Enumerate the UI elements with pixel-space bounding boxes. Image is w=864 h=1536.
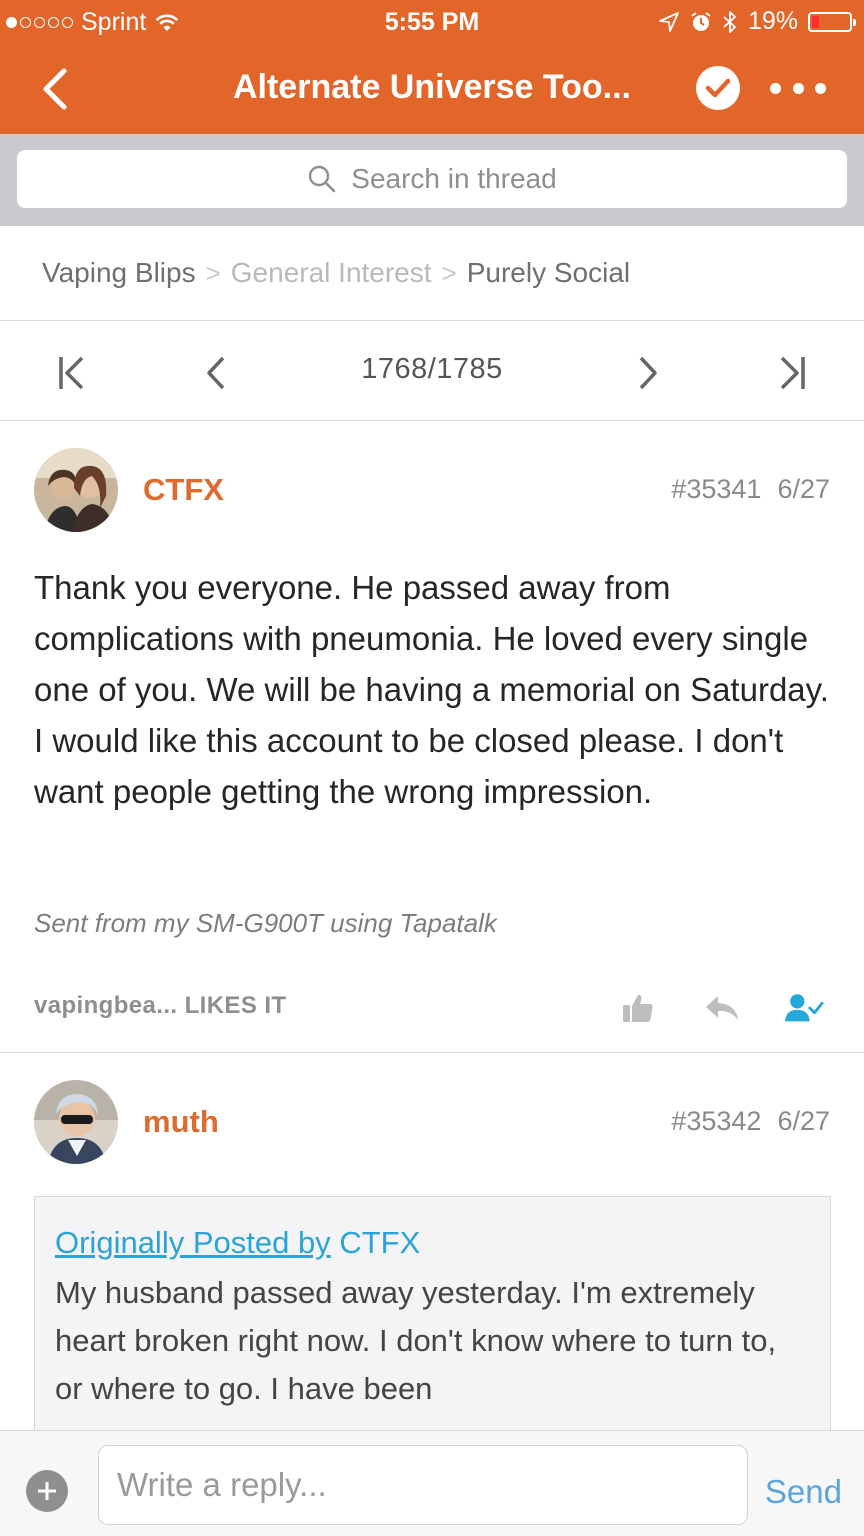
post-meta: #35342 6/27 [671,1106,830,1137]
post-header: CTFX #35341 6/27 [0,448,864,538]
back-button[interactable] [30,62,80,116]
plus-icon [38,1482,56,1500]
check-circle-icon [705,78,731,98]
thread-title: Alternate Universe Too... [232,68,632,106]
post-date: 6/27 [777,474,830,504]
nav-bar: Alternate Universe Too... [0,44,864,134]
bluetooth-icon [723,10,736,33]
battery-percent: 19% [747,7,798,35]
last-page-button[interactable] [770,351,814,395]
breadcrumb-separator-icon: > [441,257,457,288]
post-signature: Sent from my SM-G900T using Tapatalk [34,908,497,938]
post-date: 6/27 [777,1106,830,1136]
post-author[interactable]: CTFX [143,472,224,508]
reply-composer: Send [0,1430,864,1536]
breadcrumb-separator-icon: > [205,257,221,288]
status-right: 19% [658,7,856,36]
alarm-icon [691,11,711,31]
next-page-button[interactable] [626,351,670,395]
page-counter: 1768/1785 [361,353,503,385]
search-icon [309,165,336,193]
pager: 1768/1785 [0,321,864,421]
quote-source-link[interactable]: Originally Posted by [55,1225,331,1260]
reply-button[interactable] [702,988,742,1028]
avatar[interactable] [34,1080,118,1164]
subscribe-button[interactable] [696,66,740,110]
post-number: #35342 [671,1106,762,1136]
avatar[interactable] [34,448,118,532]
chevron-right-icon [639,356,657,390]
search-input[interactable]: Search in thread [17,150,847,208]
like-button[interactable] [618,988,658,1028]
location-arrow-icon [659,11,679,32]
reply-input[interactable] [98,1445,748,1525]
search-placeholder: Search in thread [351,163,557,194]
likes-summary[interactable]: vapingbea... LIKES IT [34,992,286,1020]
thumbs-up-icon [623,994,653,1022]
quote-text: My husband passed away yesterday. I'm ex… [55,1275,777,1406]
quote-author[interactable]: CTFX [339,1225,420,1260]
more-dot [770,82,781,94]
more-dot [792,82,804,94]
quote-block: Originally Posted by CTFX My husband pas… [34,1196,831,1456]
breadcrumb-item-general-interest[interactable]: General Interest [231,257,432,289]
more-button[interactable] [770,74,826,102]
battery-icon [808,11,856,32]
more-dot [815,82,826,94]
user-check-icon [784,994,824,1022]
post-body: Thank you everyone. He passed away from … [34,569,829,810]
breadcrumb-item-vaping-blips[interactable]: Vaping Blips [42,257,196,289]
post-header: muth #35342 6/27 [0,1080,864,1170]
chevron-left-icon [43,68,67,110]
last-page-icon [780,356,805,390]
follow-user-button[interactable] [784,988,824,1028]
post-meta: #35341 6/27 [671,474,830,505]
avatar-photo [34,448,118,532]
status-bar: Sprint 5:55 PM 19% [0,0,864,44]
send-button[interactable]: Send [765,1473,842,1511]
avatar-photo [34,1080,118,1164]
post-number: #35341 [671,474,762,504]
add-attachment-button[interactable] [26,1470,68,1512]
post-author[interactable]: muth [143,1104,219,1140]
breadcrumb-item-purely-social[interactable]: Purely Social [467,257,630,289]
search-bar: Search in thread [0,134,864,226]
quote-header: Originally Posted by CTFX [55,1225,810,1261]
reply-arrow-icon [706,996,738,1020]
post-divider [0,1052,864,1053]
breadcrumb: Vaping Blips > General Interest > Purely… [0,226,864,321]
